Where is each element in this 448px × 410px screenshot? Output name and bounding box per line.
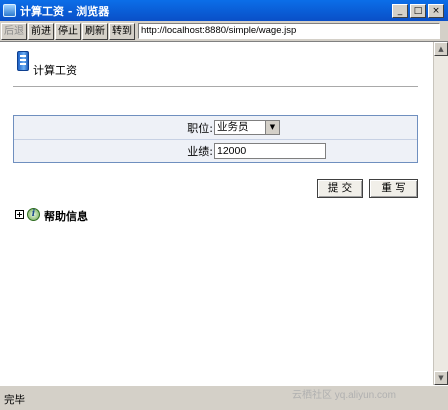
submit-button[interactable]: 提 交 <box>317 179 363 198</box>
close-button[interactable]: × <box>428 3 444 18</box>
performance-input[interactable]: 12000 <box>214 143 326 159</box>
browser-app-icon <box>3 4 16 17</box>
calculator-icon <box>17 51 29 71</box>
page-title: 计算工资 <box>33 64 77 77</box>
help-info-link[interactable]: 帮助信息 <box>44 208 88 224</box>
status-text: 完毕 <box>4 394 25 406</box>
position-selected-value: 业务员 <box>217 121 249 133</box>
status-bar: 完毕 云栖社区 yq.aliyun.com <box>0 385 448 410</box>
window-title: 计算工资 - 浏览器 <box>20 4 110 18</box>
scroll-up-icon[interactable]: ▲ <box>434 42 448 56</box>
address-bar[interactable]: http://localhost:8880/simple/wage.jsp <box>138 23 440 39</box>
scroll-down-icon[interactable]: ▼ <box>434 371 448 385</box>
minimize-button[interactable]: _ <box>392 3 408 18</box>
stop-button[interactable]: 停止 <box>55 22 81 40</box>
performance-row: 业绩: 12000 <box>14 139 417 162</box>
reset-button[interactable]: 重 写 <box>369 179 418 198</box>
maximize-button[interactable]: □ <box>410 3 426 18</box>
goto-button[interactable]: 转到 <box>109 22 135 40</box>
chevron-down-icon[interactable]: ▼ <box>265 121 279 134</box>
position-select[interactable]: 业务员 ▼ <box>214 120 280 135</box>
window-titlebar[interactable]: 计算工资 - 浏览器 _ □ × <box>0 0 448 21</box>
info-icon: i <box>27 208 40 221</box>
page-content: 计算工资 职位: 业务员 ▼ 业绩: 12000 提 交 重 写 i 帮助信息 <box>0 42 433 385</box>
performance-label: 业绩: <box>187 145 213 158</box>
vertical-scrollbar[interactable]: ▲ ▼ <box>433 42 448 385</box>
position-row: 职位: 业务员 ▼ <box>14 116 417 139</box>
watermark: 云栖社区 yq.aliyun.com <box>292 390 396 401</box>
forward-button[interactable]: 前进 <box>28 22 54 40</box>
wage-form: 职位: 业务员 ▼ 业绩: 12000 <box>13 115 418 163</box>
title-divider <box>13 86 418 87</box>
position-label: 职位: <box>187 121 213 135</box>
browser-toolbar: 后退 前进 停止 刷新 转到 http://localhost:8880/sim… <box>0 21 448 42</box>
back-button[interactable]: 后退 <box>1 22 27 40</box>
refresh-button[interactable]: 刷新 <box>82 22 108 40</box>
expand-plus-icon[interactable] <box>15 210 24 219</box>
